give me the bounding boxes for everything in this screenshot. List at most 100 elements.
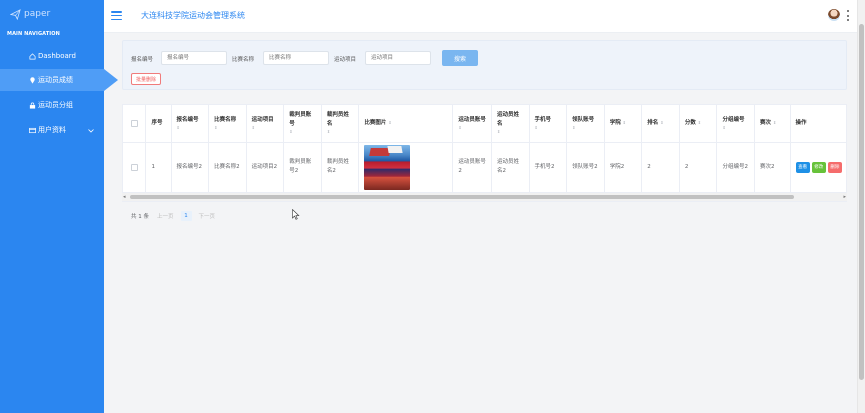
sort-icon[interactable]: ⇕: [214, 125, 241, 131]
avatar[interactable]: [828, 9, 840, 21]
cell-referee-account: 裁判员账号2: [283, 142, 322, 193]
sidebar-item-athlete-groups[interactable]: 运动员分组: [0, 94, 104, 116]
row-checkbox[interactable]: [130, 163, 138, 171]
pagination: 共 1 条 上一页 1 下一页: [131, 211, 215, 221]
sort-icon[interactable]: ⇕: [252, 125, 279, 131]
sort-icon[interactable]: ⇕: [177, 125, 204, 131]
column-header[interactable]: 比赛名称 ⇕: [208, 105, 247, 143]
match-photo[interactable]: [364, 144, 411, 190]
sort-icon[interactable]: ⇕: [572, 125, 599, 131]
cell-score: 2: [679, 142, 718, 193]
signup-no-input[interactable]: [161, 51, 227, 65]
column-header[interactable]: 学院 ⇕: [604, 105, 643, 143]
page-title: 大连科技学院运动会管理系统: [141, 11, 245, 20]
prev-page-button[interactable]: 上一页: [157, 212, 174, 220]
batch-delete-button[interactable]: 批量删除: [131, 73, 162, 85]
column-header[interactable]: 分数 ⇕: [679, 105, 718, 143]
row-select-cell: [123, 142, 147, 193]
sidebar-item-label: 运动员分组: [38, 101, 73, 109]
paper-plane-icon: [10, 8, 21, 20]
column-header[interactable]: 裁判员姓名 ⇕: [321, 105, 360, 143]
sort-icon[interactable]: ⇕: [458, 125, 486, 131]
cell-signup-no: 报名编号2: [171, 142, 210, 193]
column-header[interactable]: 手机号 ⇕: [529, 105, 568, 143]
cell-referee-name: 裁判员姓名2: [321, 142, 360, 193]
card-icon: [29, 127, 36, 134]
column-header[interactable]: 运动员账号 ⇕: [452, 105, 492, 143]
match-name-label: 比赛名称: [232, 57, 255, 63]
select-all-cell: [123, 105, 147, 143]
active-item-arrow: [104, 69, 118, 91]
event-input[interactable]: [365, 51, 431, 65]
sidebar-item-label: Dashboard: [38, 52, 76, 60]
view-button[interactable]: 查看: [795, 161, 810, 173]
column-header[interactable]: 赛次 ⇕: [754, 105, 791, 143]
column-header[interactable]: 分组编号 ⇕: [716, 105, 756, 143]
more-options-icon[interactable]: [846, 10, 849, 21]
sidebar-item-athlete-scores[interactable]: 运动员成绩: [0, 69, 104, 91]
match-name-input[interactable]: [263, 51, 329, 65]
column-header[interactable]: 运动员姓名 ⇕: [491, 105, 530, 143]
sort-icon[interactable]: ⇕: [660, 120, 663, 125]
sort-icon[interactable]: ⇕: [497, 129, 524, 135]
cell-match-name: 比赛名称2: [208, 142, 247, 193]
next-page-button[interactable]: 下一页: [199, 212, 216, 220]
pin-icon: [29, 76, 36, 84]
logo: paper: [10, 7, 50, 21]
nav-heading: MAIN NAVIGATION: [7, 31, 60, 37]
sort-icon[interactable]: ⇕: [388, 120, 391, 125]
scroll-right-arrow-icon[interactable]: ▸: [843, 193, 846, 201]
cell-event: 运动项目2: [246, 142, 285, 193]
column-header[interactable]: 裁判员账号 ⇕: [283, 105, 322, 143]
page-number-current[interactable]: 1: [180, 211, 192, 221]
column-header[interactable]: 领队账号 ⇕: [566, 105, 605, 143]
cell-actions: 查看 修改 删除: [790, 142, 846, 193]
home-icon: [29, 52, 36, 60]
scrollbar-thumb[interactable]: [130, 195, 794, 199]
delete-button[interactable]: 删除: [827, 161, 843, 173]
chevron-down-icon: [88, 127, 94, 135]
column-header[interactable]: 比赛图片 ⇕: [358, 105, 454, 143]
select-all-checkbox[interactable]: [130, 119, 138, 127]
cell-match-photo: [358, 142, 454, 193]
sidebar-item-label: 运动员成绩: [38, 76, 73, 84]
sort-icon[interactable]: ⇕: [289, 129, 316, 135]
search-panel: 报名编号 比赛名称 运动项目 搜索 批量删除: [122, 40, 847, 90]
sidebar: paper MAIN NAVIGATION Dashboard 运动员成绩 运动…: [0, 0, 104, 413]
cell-round: 赛次2: [754, 142, 791, 193]
horizontal-scrollbar[interactable]: ◂ ▸: [122, 193, 847, 201]
sidebar-item-dashboard[interactable]: Dashboard: [0, 45, 104, 67]
total-count: 共 1 条: [131, 214, 149, 220]
column-header[interactable]: 报名编号 ⇕: [171, 105, 210, 143]
sort-icon[interactable]: ⇕: [327, 129, 354, 135]
sidebar-item-user-profile[interactable]: 用户资料: [0, 119, 104, 141]
column-header: 操作: [790, 105, 846, 143]
app-root: paper MAIN NAVIGATION Dashboard 运动员成绩 运动…: [0, 0, 865, 413]
scroll-left-arrow-icon[interactable]: ◂: [123, 193, 126, 201]
logo-text: paper: [24, 9, 51, 19]
menu-toggle-icon[interactable]: [111, 11, 122, 20]
sort-icon[interactable]: ⇕: [722, 125, 749, 131]
cell-leader-account: 领队账号2: [566, 142, 605, 193]
cell-index: 1: [145, 142, 172, 193]
table-row: 1 报名编号2 比赛名称2 运动项目2 裁判员账号2 裁判员姓名2 运动员账号2…: [123, 142, 846, 193]
cell-athlete-account: 运动员账号2: [452, 142, 492, 193]
sort-icon[interactable]: ⇕: [698, 120, 701, 125]
cell-college: 学院2: [604, 142, 643, 193]
signup-no-label: 报名编号: [131, 57, 154, 63]
search-button[interactable]: 搜索: [442, 50, 478, 66]
vertical-scrollbar[interactable]: [857, 0, 865, 413]
column-header: 序号: [145, 105, 172, 143]
cell-phone: 手机号2: [529, 142, 568, 193]
column-header[interactable]: 排名 ⇕: [641, 105, 680, 143]
sidebar-item-label: 用户资料: [38, 126, 66, 134]
table-header-row: 序号 报名编号 ⇕ 比赛名称 ⇕ 运动项目 ⇕ 裁判员账号 ⇕ 裁判员姓名 ⇕ 比赛图片 …: [123, 105, 846, 143]
sort-icon[interactable]: ⇕: [535, 125, 562, 131]
lock-icon: [29, 102, 36, 109]
edit-button[interactable]: 修改: [811, 161, 826, 173]
cell-group-no: 分组编号2: [716, 142, 756, 193]
scrollbar-thumb[interactable]: [859, 24, 864, 380]
column-header[interactable]: 运动项目 ⇕: [246, 105, 285, 143]
sort-icon[interactable]: ⇕: [773, 120, 776, 125]
sort-icon[interactable]: ⇕: [623, 120, 626, 125]
